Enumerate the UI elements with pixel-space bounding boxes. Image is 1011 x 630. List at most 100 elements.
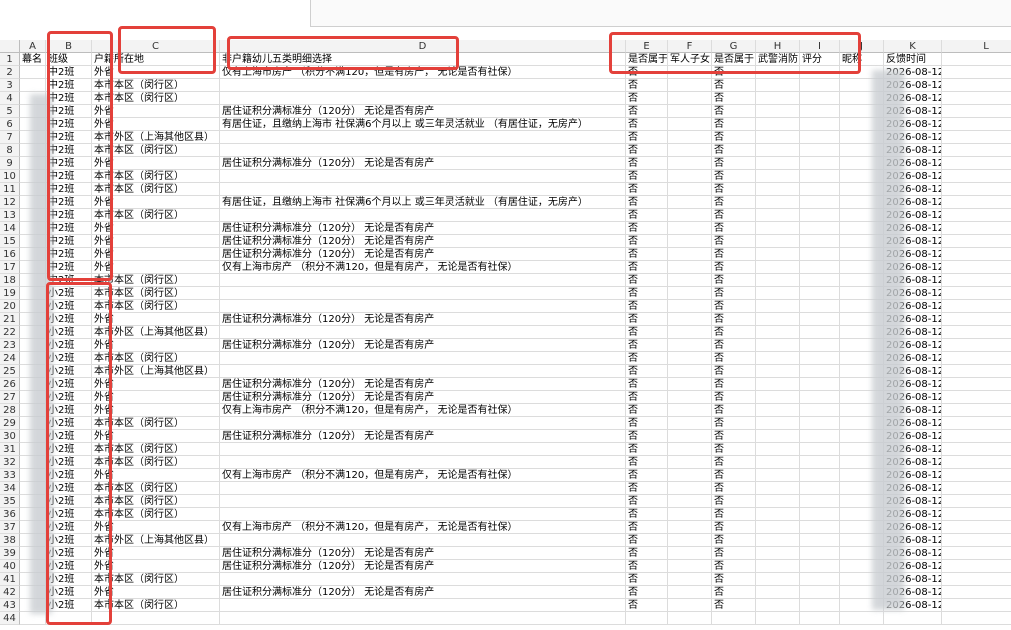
cell-e[interactable]: 否 [626, 534, 668, 547]
cell-g[interactable]: 否 [712, 365, 756, 378]
cell-h[interactable] [756, 144, 800, 157]
cell-d[interactable]: 居住证积分满标准分（120分） 无论是否有房产 [220, 222, 626, 235]
cell-f[interactable] [668, 118, 712, 131]
cell-c[interactable]: 本市本区（闵行区） [92, 443, 220, 456]
cell-e[interactable]: 否 [626, 144, 668, 157]
cell-h[interactable] [756, 469, 800, 482]
row-number[interactable]: 44 [0, 612, 20, 625]
cell-b[interactable]: 中2班 [46, 274, 92, 287]
empty-cell[interactable] [92, 612, 220, 625]
header-cell-g[interactable]: 是否属于 [712, 53, 756, 66]
cell-i[interactable] [800, 508, 840, 521]
cell-g[interactable]: 否 [712, 287, 756, 300]
cell-g[interactable]: 否 [712, 261, 756, 274]
cell-e[interactable]: 否 [626, 365, 668, 378]
cell-i[interactable] [800, 118, 840, 131]
cell-l[interactable] [942, 365, 1011, 378]
cell-d[interactable] [220, 417, 626, 430]
cell-l[interactable] [942, 170, 1011, 183]
cell-b[interactable]: 中2班 [46, 105, 92, 118]
cell-c[interactable]: 本市本区（闵行区） [92, 144, 220, 157]
cell-l[interactable] [942, 378, 1011, 391]
cell-c[interactable]: 外省 [92, 391, 220, 404]
cell-f[interactable] [668, 170, 712, 183]
row-number[interactable]: 15 [0, 235, 20, 248]
cell-l[interactable] [942, 469, 1011, 482]
cell-h[interactable] [756, 573, 800, 586]
cell-b[interactable]: 小2班 [46, 430, 92, 443]
cell-i[interactable] [800, 144, 840, 157]
cell-i[interactable] [800, 586, 840, 599]
cell-g[interactable]: 否 [712, 417, 756, 430]
cell-d[interactable]: 居住证积分满标准分（120分） 无论是否有房产 [220, 547, 626, 560]
cell-i[interactable] [800, 92, 840, 105]
cell-i[interactable] [800, 469, 840, 482]
cell-f[interactable] [668, 92, 712, 105]
cell-b[interactable]: 小2班 [46, 287, 92, 300]
cell-c[interactable]: 外省 [92, 235, 220, 248]
empty-cell[interactable] [220, 612, 626, 625]
empty-cell[interactable] [46, 612, 92, 625]
cell-c[interactable]: 本市外区（上海其他区县） [92, 365, 220, 378]
row-number[interactable]: 4 [0, 92, 20, 105]
cell-h[interactable] [756, 430, 800, 443]
cell-b[interactable]: 小2班 [46, 391, 92, 404]
cell-b[interactable]: 中2班 [46, 235, 92, 248]
cell-f[interactable] [668, 222, 712, 235]
cell-c[interactable]: 本市本区（闵行区） [92, 170, 220, 183]
cell-h[interactable] [756, 118, 800, 131]
cell-f[interactable] [668, 300, 712, 313]
cell-b[interactable]: 中2班 [46, 144, 92, 157]
cell-g[interactable]: 否 [712, 391, 756, 404]
row-number[interactable]: 39 [0, 547, 20, 560]
row-number[interactable]: 14 [0, 222, 20, 235]
cell-d[interactable]: 居住证积分满标准分（120分） 无论是否有房产 [220, 586, 626, 599]
cell-l[interactable] [942, 326, 1011, 339]
cell-l[interactable] [942, 287, 1011, 300]
cell-d[interactable]: 仅有上海市房产 （积分不满120，但是有房产， 无论是否有社保） [220, 521, 626, 534]
cell-d[interactable] [220, 365, 626, 378]
cell-g[interactable]: 否 [712, 66, 756, 79]
cell-c[interactable]: 外省 [92, 430, 220, 443]
cell-l[interactable] [942, 66, 1011, 79]
cell-g[interactable]: 否 [712, 508, 756, 521]
cell-l[interactable] [942, 339, 1011, 352]
cell-c[interactable]: 本市本区（闵行区） [92, 300, 220, 313]
cell-d[interactable] [220, 300, 626, 313]
cell-g[interactable]: 否 [712, 274, 756, 287]
cell-h[interactable] [756, 287, 800, 300]
row-number[interactable]: 32 [0, 456, 20, 469]
empty-cell[interactable] [668, 612, 712, 625]
cell-i[interactable] [800, 495, 840, 508]
cell-h[interactable] [756, 196, 800, 209]
row-number[interactable]: 37 [0, 521, 20, 534]
cell-i[interactable] [800, 66, 840, 79]
cell-c[interactable]: 本市本区（闵行区） [92, 183, 220, 196]
cell-g[interactable]: 否 [712, 235, 756, 248]
cell-i[interactable] [800, 560, 840, 573]
column-header-j[interactable]: J [840, 40, 884, 53]
row-number[interactable]: 42 [0, 586, 20, 599]
row-number[interactable]: 26 [0, 378, 20, 391]
cell-l[interactable] [942, 508, 1011, 521]
cell-h[interactable] [756, 313, 800, 326]
cell-b[interactable]: 小2班 [46, 339, 92, 352]
cell-i[interactable] [800, 430, 840, 443]
cell-h[interactable] [756, 521, 800, 534]
cell-l[interactable] [942, 586, 1011, 599]
cell-l[interactable] [942, 417, 1011, 430]
cell-d[interactable]: 有居住证，且缴纳上海市 社保满6个月以上 或三年灵活就业 （有居住证，无房产） [220, 118, 626, 131]
cell-i[interactable] [800, 183, 840, 196]
cell-g[interactable]: 否 [712, 79, 756, 92]
cell-l[interactable] [942, 560, 1011, 573]
cell-b[interactable]: 小2班 [46, 365, 92, 378]
cell-l[interactable] [942, 235, 1011, 248]
row-number[interactable]: 16 [0, 248, 20, 261]
cell-a[interactable] [20, 79, 46, 92]
cell-e[interactable]: 否 [626, 235, 668, 248]
cell-l[interactable] [942, 534, 1011, 547]
cell-g[interactable]: 否 [712, 105, 756, 118]
cell-h[interactable] [756, 131, 800, 144]
cell-l[interactable] [942, 222, 1011, 235]
cell-l[interactable] [942, 573, 1011, 586]
